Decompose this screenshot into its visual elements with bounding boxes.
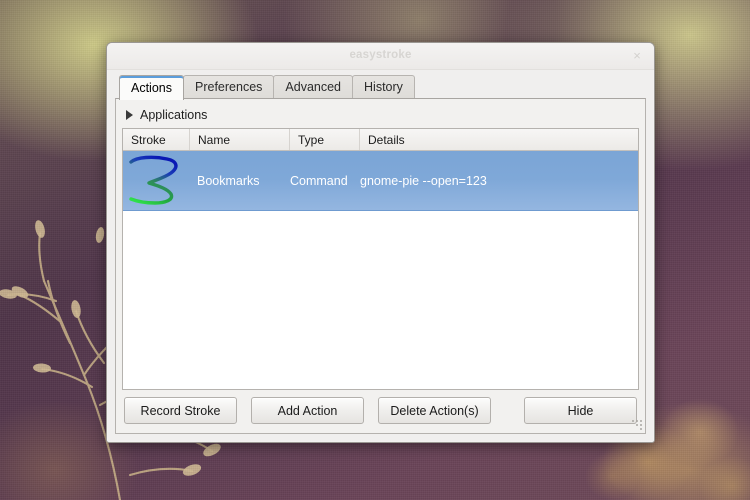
- window-title: easystroke: [349, 49, 412, 61]
- tab-history[interactable]: History: [352, 75, 415, 99]
- action-button-bar: Record Stroke Add Action Delete Action(s…: [122, 390, 639, 426]
- applications-expander[interactable]: Applications: [122, 105, 209, 128]
- column-header-details[interactable]: Details: [360, 129, 638, 150]
- tab-advanced[interactable]: Advanced: [273, 75, 354, 99]
- hide-button[interactable]: Hide: [524, 397, 637, 424]
- resize-grip-icon[interactable]: [631, 419, 642, 430]
- table-empty-area[interactable]: [123, 211, 638, 389]
- applications-expander-label: Applications: [140, 108, 208, 122]
- cell-name: Bookmarks: [197, 173, 260, 188]
- record-stroke-button[interactable]: Record Stroke: [124, 397, 237, 424]
- cell-type: Command: [290, 173, 348, 188]
- easystroke-window: easystroke × Actions Preferences Advance…: [106, 42, 655, 443]
- actions-table: Stroke Name Type Details Bookmarks Comma…: [122, 128, 639, 390]
- tab-preferences[interactable]: Preferences: [183, 75, 275, 99]
- close-icon[interactable]: ×: [630, 49, 644, 63]
- gesture-stroke-icon: [128, 155, 178, 205]
- column-header-type[interactable]: Type: [290, 129, 360, 150]
- window-titlebar[interactable]: easystroke ×: [107, 43, 654, 70]
- tab-actions[interactable]: Actions: [119, 75, 184, 100]
- cell-details: gnome-pie --open=123: [360, 173, 487, 188]
- actions-tab-panel: Applications Stroke Name Type Details Bo…: [115, 98, 646, 434]
- table-header-row: Stroke Name Type Details: [123, 129, 638, 151]
- tab-strip: Actions Preferences Advanced History: [107, 70, 654, 100]
- table-row[interactable]: Bookmarks Command gnome-pie --open=123: [123, 151, 638, 211]
- delete-actions-button[interactable]: Delete Action(s): [378, 397, 491, 424]
- cell-stroke: [123, 154, 190, 208]
- column-header-stroke[interactable]: Stroke: [123, 129, 190, 150]
- triangle-right-icon: [126, 110, 133, 120]
- column-header-details-label: Details: [368, 133, 405, 147]
- column-header-name[interactable]: Name: [190, 129, 290, 150]
- add-action-button[interactable]: Add Action: [251, 397, 364, 424]
